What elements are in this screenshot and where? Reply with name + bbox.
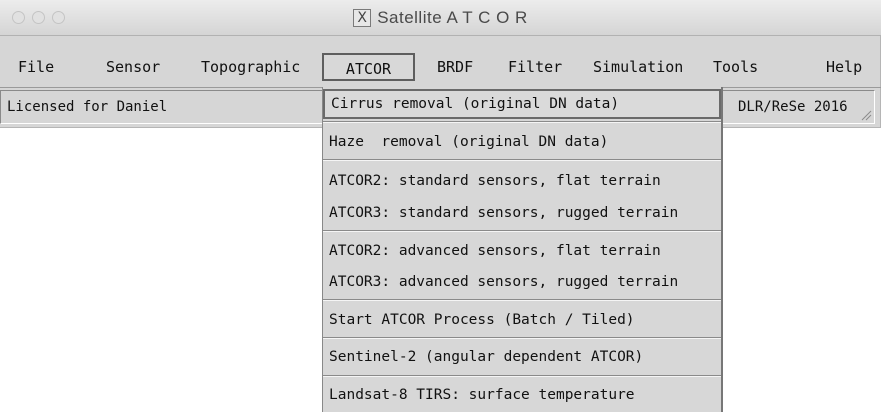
copyright-text: DLR/ReSe 2016 [738, 99, 848, 115]
menu-item-atcor2-standard[interactable]: ATCOR2: standard sensors, flat terrain [323, 166, 721, 196]
menu-item-sentinel2[interactable]: Sentinel-2 (angular dependent ATCOR) [323, 342, 721, 372]
menu-item-atcor3-standard[interactable]: ATCOR3: standard sensors, rugged terrain [323, 198, 721, 228]
menu-tools[interactable]: Tools [713, 53, 758, 81]
menu-brdf[interactable]: BRDF [437, 53, 473, 81]
title-bar[interactable]: X Satellite A T C O R [0, 0, 881, 36]
menu-item-atcor2-advanced[interactable]: ATCOR2: advanced sensors, flat terrain [323, 236, 721, 266]
atcor-dropdown-menu: Cirrus removal (original DN data) Haze r… [322, 87, 723, 412]
menu-filter[interactable]: Filter [508, 53, 562, 81]
x11-icon: X [353, 9, 372, 27]
menu-item-landsat8-tirs[interactable]: Landsat-8 TIRS: surface temperature [323, 380, 721, 410]
menu-item-start-process[interactable]: Start ATCOR Process (Batch / Tiled) [323, 305, 721, 335]
menu-simulation[interactable]: Simulation [593, 53, 683, 81]
menu-separator [323, 159, 721, 161]
menu-separator [323, 375, 721, 377]
window-title: Satellite A T C O R [377, 8, 528, 27]
menu-separator [323, 230, 721, 232]
menu-separator [323, 121, 721, 123]
menu-sensor[interactable]: Sensor [106, 53, 160, 81]
menu-bar: File Sensor Topographic ATCOR BRDF Filte… [0, 50, 881, 84]
license-text: Licensed for Daniel [7, 99, 168, 115]
menu-item-cirrus-removal[interactable]: Cirrus removal (original DN data) [323, 89, 721, 119]
menu-atcor[interactable]: ATCOR [322, 53, 415, 81]
menu-help[interactable]: Help [826, 53, 862, 81]
menu-separator [323, 337, 721, 339]
resize-grip-icon[interactable] [858, 107, 872, 121]
menu-item-atcor3-advanced[interactable]: ATCOR3: advanced sensors, rugged terrain [323, 267, 721, 297]
menu-item-haze-removal[interactable]: Haze removal (original DN data) [323, 127, 721, 157]
menu-file[interactable]: File [18, 53, 54, 81]
menu-separator [323, 299, 721, 301]
menu-topographic[interactable]: Topographic [201, 53, 300, 81]
